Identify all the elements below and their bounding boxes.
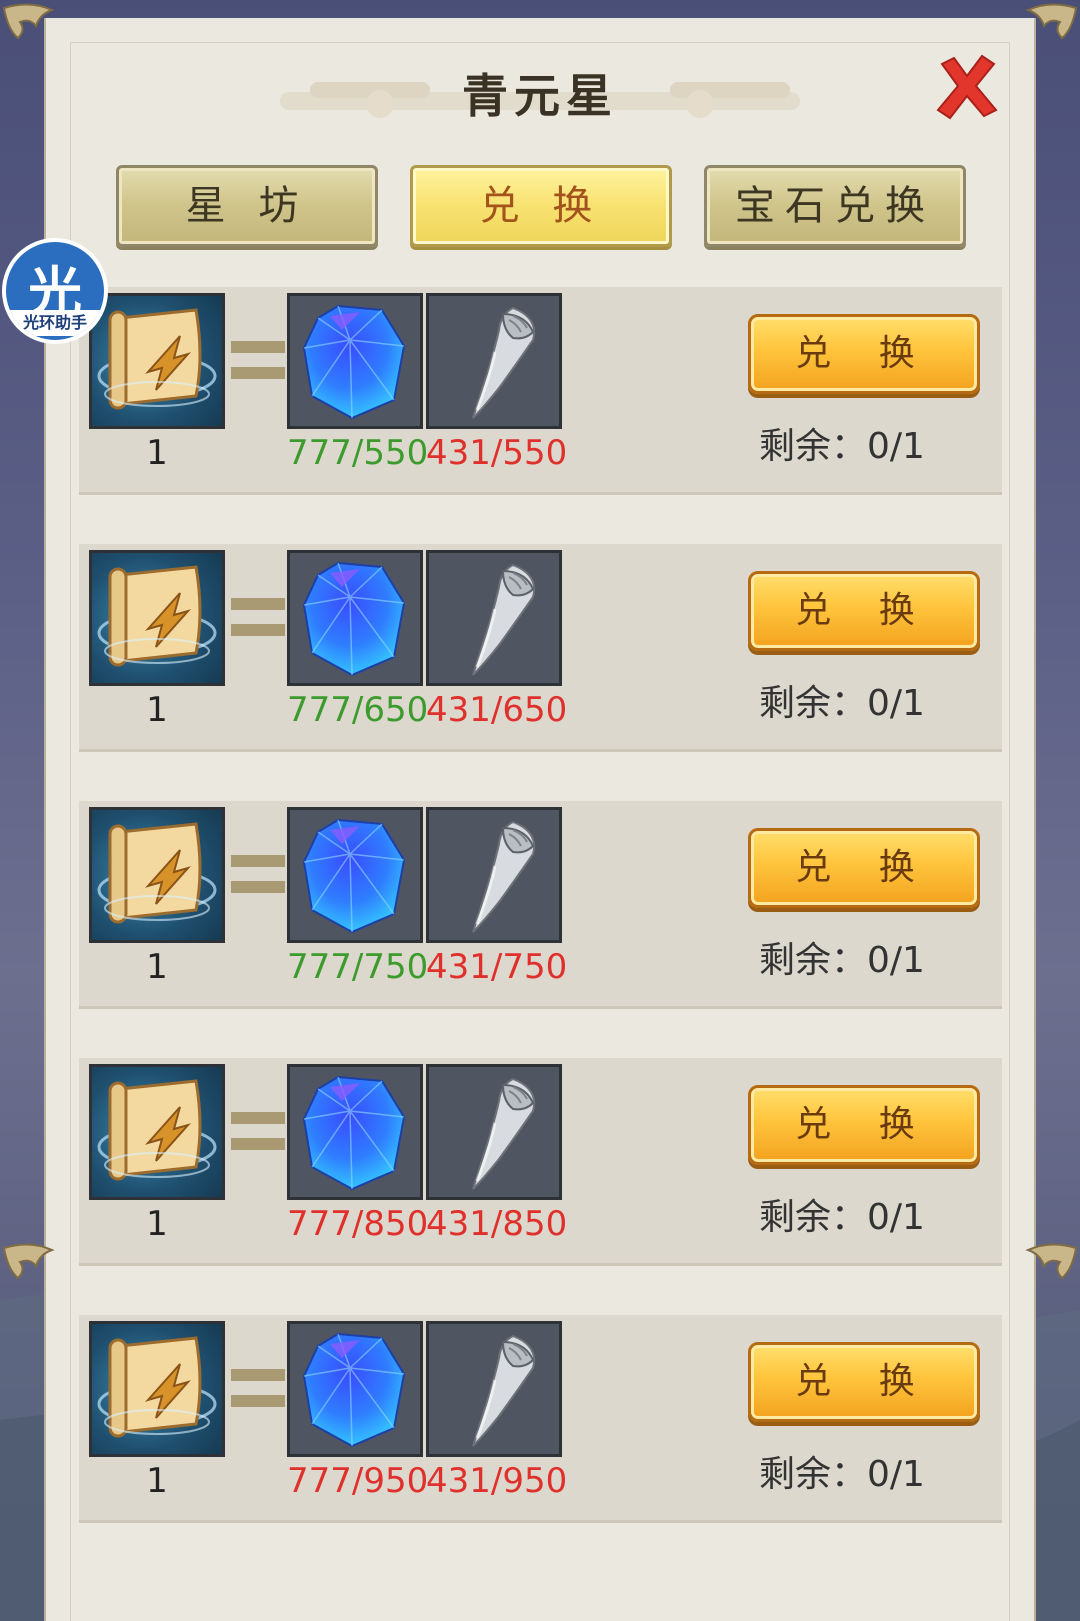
reward-quantity: 1 — [146, 1204, 168, 1244]
gem-cost-slot[interactable] — [287, 293, 423, 429]
exchange-row: 1 777/650 431/650 兑 换 剩余：0/1 — [79, 544, 1002, 752]
fang-cost-quantity: 431/950 — [426, 1461, 568, 1501]
equals-sign — [231, 1369, 285, 1407]
remaining-count: 剩余：0/1 — [759, 940, 925, 981]
exchange-button[interactable]: 兑 换 — [748, 314, 980, 394]
tab-exchange[interactable]: 兑 换 — [410, 165, 672, 247]
silver-fang-icon — [472, 1334, 535, 1447]
exchange-button[interactable]: 兑 换 — [748, 1342, 980, 1422]
reward-quantity: 1 — [146, 433, 168, 473]
tab-star-workshop[interactable]: 星 坊 — [116, 165, 378, 247]
exchange-row: 1 777/750 431/750 兑 换 剩余：0/1 — [79, 801, 1002, 1009]
reward-slot[interactable] — [89, 807, 225, 943]
scroll-icon — [97, 822, 217, 924]
silver-fang-icon — [472, 563, 535, 676]
frame-corner-ornament — [2, 3, 55, 40]
fang-cost-quantity: 431/650 — [426, 690, 568, 730]
exchange-button[interactable]: 兑 换 — [748, 828, 980, 908]
gem-cost-quantity: 777/950 — [287, 1461, 429, 1501]
frame-corner-ornament — [1025, 1243, 1078, 1280]
reward-quantity: 1 — [146, 1461, 168, 1501]
fang-cost-slot[interactable] — [426, 1064, 562, 1200]
tab-gem-exchange[interactable]: 宝石兑换 — [704, 165, 966, 247]
equals-sign — [231, 341, 285, 379]
gem-cost-slot[interactable] — [287, 1321, 423, 1457]
blue-gem-icon — [302, 561, 406, 677]
remaining-count: 剩余：0/1 — [759, 426, 925, 467]
silver-fang-icon — [472, 820, 535, 933]
halo-assistant-badge[interactable]: 光 光环助手 — [2, 238, 108, 344]
gem-cost-quantity: 777/550 — [287, 433, 429, 473]
scroll-icon — [97, 565, 217, 667]
reward-slot[interactable] — [89, 1064, 225, 1200]
gem-cost-quantity: 777/650 — [287, 690, 429, 730]
gem-cost-slot[interactable] — [287, 807, 423, 943]
exchange-button[interactable]: 兑 换 — [748, 571, 980, 651]
reward-quantity: 1 — [146, 947, 168, 987]
reward-slot[interactable] — [89, 293, 225, 429]
frame-corner-ornament — [2, 1243, 55, 1280]
remaining-count: 剩余：0/1 — [759, 1197, 925, 1238]
blue-gem-icon — [302, 1075, 406, 1191]
halo-assistant-label: 光环助手 — [6, 310, 104, 336]
fang-cost-quantity: 431/550 — [426, 433, 568, 473]
equals-sign — [231, 1112, 285, 1150]
fang-cost-slot[interactable] — [426, 1321, 562, 1457]
close-icon[interactable] — [934, 54, 1000, 120]
scroll-icon — [97, 308, 217, 410]
gem-cost-slot[interactable] — [287, 1064, 423, 1200]
silver-fang-icon — [472, 306, 535, 419]
remaining-count: 剩余：0/1 — [759, 683, 925, 724]
equals-sign — [231, 855, 285, 893]
silver-fang-icon — [472, 1077, 535, 1190]
fang-cost-quantity: 431/850 — [426, 1204, 568, 1244]
gem-cost-quantity: 777/850 — [287, 1204, 429, 1244]
fang-cost-slot[interactable] — [426, 807, 562, 943]
fang-cost-slot[interactable] — [426, 550, 562, 686]
exchange-row: 1 777/850 431/850 兑 换 剩余：0/1 — [79, 1058, 1002, 1266]
blue-gem-icon — [302, 1332, 406, 1448]
blue-gem-icon — [302, 304, 406, 420]
blue-gem-icon — [302, 818, 406, 934]
scroll-icon — [97, 1079, 217, 1181]
scroll-icon — [97, 1336, 217, 1438]
gem-cost-quantity: 777/750 — [287, 947, 429, 987]
exchange-row: 1 777/550 431/550 兑 换 剩余：0/1 — [79, 287, 1002, 495]
reward-slot[interactable] — [89, 550, 225, 686]
reward-quantity: 1 — [146, 690, 168, 730]
fang-cost-quantity: 431/750 — [426, 947, 568, 987]
remaining-count: 剩余：0/1 — [759, 1454, 925, 1495]
frame-corner-ornament — [1025, 3, 1078, 40]
reward-slot[interactable] — [89, 1321, 225, 1457]
gem-cost-slot[interactable] — [287, 550, 423, 686]
exchange-button[interactable]: 兑 换 — [748, 1085, 980, 1165]
fang-cost-slot[interactable] — [426, 293, 562, 429]
dialog-title: 青元星 — [462, 69, 618, 123]
exchange-row: 1 777/950 431/950 兑 换 剩余：0/1 — [79, 1315, 1002, 1523]
equals-sign — [231, 598, 285, 636]
